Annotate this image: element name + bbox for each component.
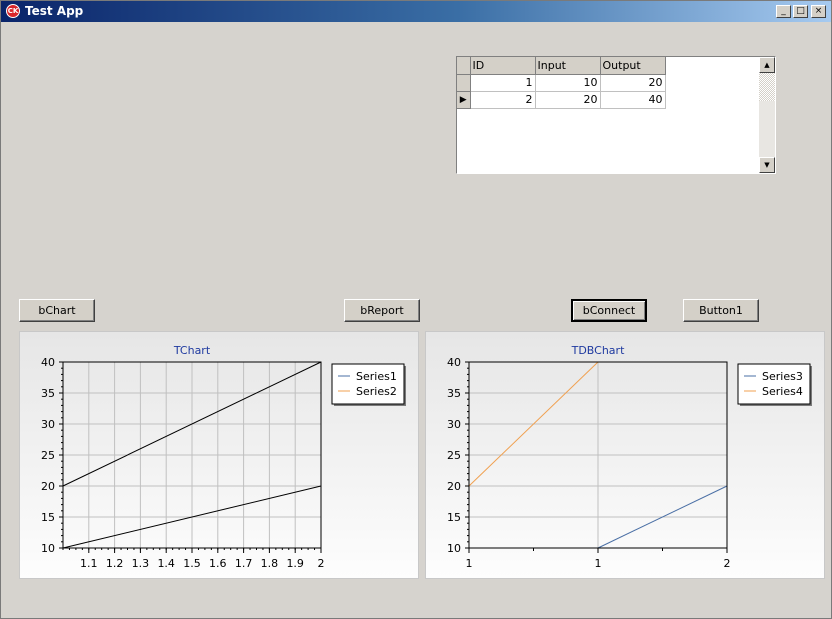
current-row-indicator-icon[interactable]: ▶ [457,91,471,109]
minimize-button[interactable]: _ [776,5,791,18]
chart-title: TDBChart [571,344,625,357]
title-bar[interactable]: CK Test App _ □ × [1,1,831,22]
y-tick-label: 35 [447,387,461,400]
cell-input[interactable]: 20 [535,91,601,109]
x-tick-label: 1.9 [286,557,304,570]
tchart-panel[interactable]: TChart 40 35 30 25 20 15 10 Series1 Series2 1.1 1.2… [19,331,419,579]
legend-label: Series3 [762,370,803,383]
app-icon[interactable]: CK [6,4,20,18]
x-tick-label: 1 [595,557,602,570]
chart-title: TChart [173,344,211,357]
column-header-input[interactable]: Input [535,57,601,75]
data-grid[interactable]: ID Input Output 1 10 20 ▶ 2 20 40 ▲ ▼ [456,56,776,174]
y-tick-label: 15 [41,511,55,524]
tdbchart-svg: TDBChart 40 35 30 25 20 15 10 Series3 Series4 1 1 2 [447,344,812,570]
bchart-button[interactable]: bChart [19,299,95,322]
x-tick-label: 1.3 [132,557,150,570]
cell-output[interactable]: 20 [600,74,666,92]
maximize-button[interactable]: □ [793,5,808,18]
y-tick-label: 40 [447,356,461,369]
y-tick-label: 20 [447,480,461,493]
cell-id[interactable]: 1 [470,74,536,92]
x-tick-label: 1.1 [80,557,98,570]
grid-vertical-scrollbar[interactable]: ▲ ▼ [759,57,775,173]
button1-button[interactable]: Button1 [683,299,759,322]
column-header-id[interactable]: ID [470,57,536,75]
y-tick-label: 25 [41,449,55,462]
legend-label: Series1 [356,370,397,383]
grid-header-row: ID Input Output [457,57,666,75]
x-tick-label: 1 [466,557,473,570]
x-tick-label: 1.4 [157,557,175,570]
scroll-down-arrow-icon[interactable]: ▼ [759,157,775,173]
x-tick-label: 1.7 [235,557,253,570]
y-tick-label: 35 [41,387,55,400]
y-tick-label: 10 [41,542,55,555]
y-tick-label: 30 [41,418,55,431]
y-tick-label: 30 [447,418,461,431]
x-tick-label: 1.5 [183,557,201,570]
cell-output[interactable]: 40 [600,91,666,109]
close-button[interactable]: × [811,5,826,18]
y-tick-label: 25 [447,449,461,462]
cell-id[interactable]: 2 [470,91,536,109]
row-indicator[interactable] [457,74,471,92]
y-tick-label: 15 [447,511,461,524]
x-tick-label: 1.2 [106,557,124,570]
bconnect-button[interactable]: bConnect [571,299,647,322]
y-tick-label: 20 [41,480,55,493]
window-title: Test App [25,4,84,18]
y-tick-label: 40 [41,356,55,369]
cell-input[interactable]: 10 [535,74,601,92]
x-tick-label: 2 [318,557,325,570]
tdbchart-panel[interactable]: TDBChart 40 35 30 25 20 15 10 Series3 Series4 1 1 2 [425,331,825,579]
app-window: CK Test App _ □ × ID Input Output 1 10 2… [0,0,832,619]
scroll-up-arrow-icon[interactable]: ▲ [759,57,775,73]
x-tick-label: 1.8 [261,557,279,570]
table-row[interactable]: 1 10 20 [457,74,666,92]
legend-label: Series4 [762,385,803,398]
x-tick-label: 2 [724,557,731,570]
grid-corner [457,57,471,75]
scroll-thumb[interactable] [759,73,775,101]
table-row[interactable]: ▶ 2 20 40 [457,91,666,109]
column-header-output[interactable]: Output [600,57,666,75]
breport-button[interactable]: bReport [344,299,420,322]
y-tick-label: 10 [447,542,461,555]
grid-table: ID Input Output 1 10 20 ▶ 2 20 40 [457,57,666,109]
tchart-svg: TChart 40 35 30 25 20 15 10 Series1 Series2 1.1 1.2… [41,344,406,570]
legend-label: Series2 [356,385,397,398]
x-tick-label: 1.6 [209,557,227,570]
